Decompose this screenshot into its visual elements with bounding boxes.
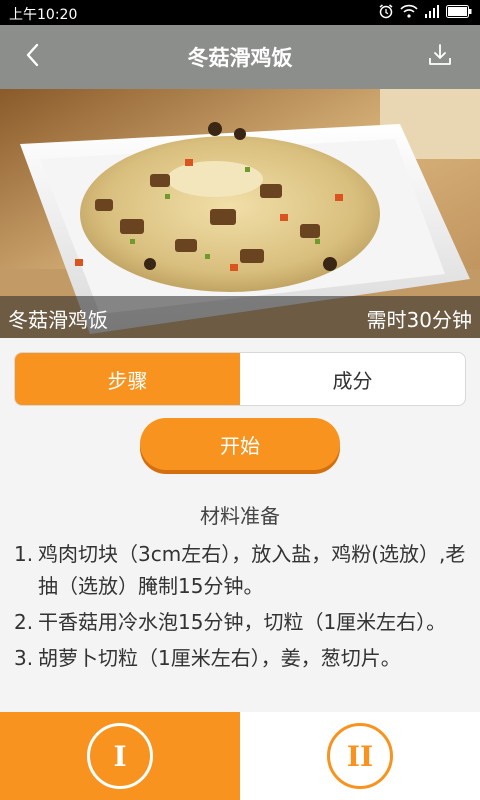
tab-ingredients[interactable]: 成分 bbox=[240, 353, 465, 405]
page-title: 冬菇滑鸡饭 bbox=[187, 46, 293, 70]
download-icon bbox=[428, 43, 452, 71]
step-number: 3. bbox=[14, 646, 34, 670]
step-list: 1. 鸡肉切块（3cm左右），放入盐，鸡粉(选放）,老抽（选放）腌制15分钟。 … bbox=[14, 538, 466, 678]
cooking-time: 需时30分钟 bbox=[366, 308, 472, 332]
list-item: 1. 鸡肉切块（3cm左右），放入盐，鸡粉(选放）,老抽（选放）腌制15分钟。 bbox=[14, 538, 466, 602]
battery-icon bbox=[446, 3, 472, 22]
dish-image: 冬菇滑鸡饭 需时30分钟 bbox=[0, 89, 480, 338]
step-number: 2. bbox=[14, 610, 34, 634]
segmented-control: 步骤 成分 bbox=[14, 352, 466, 406]
step-text: 鸡肉切块（3cm左右），放入盐，鸡粉(选放）,老抽（选放）腌制15分钟。 bbox=[38, 542, 466, 598]
step-number: 1. bbox=[14, 542, 34, 566]
start-button[interactable]: 开始 bbox=[140, 418, 340, 470]
status-icons bbox=[378, 3, 472, 22]
step-text: 干香菇用冷水泡15分钟，切粒（1厘米左右）。 bbox=[38, 610, 447, 634]
alarm-icon bbox=[378, 3, 394, 23]
section-title: 材料准备 bbox=[200, 504, 280, 528]
roman-numeral-1: I bbox=[87, 723, 153, 789]
step-text: 胡萝卜切粒（1厘米左右），姜，葱切片。 bbox=[38, 646, 401, 670]
app-bar: 冬菇滑鸡饭 bbox=[0, 25, 480, 89]
list-item: 3. 胡萝卜切粒（1厘米左右），姜，葱切片。 bbox=[14, 642, 466, 674]
status-time: 上午10:20 bbox=[9, 7, 78, 23]
status-bar: 上午10:20 bbox=[0, 0, 480, 25]
signal-icon bbox=[424, 3, 440, 22]
dish-name: 冬菇滑鸡饭 bbox=[8, 308, 108, 332]
roman-numeral-2: II bbox=[327, 723, 393, 789]
bottom-nav: I II bbox=[0, 712, 480, 800]
dish-caption: 冬菇滑鸡饭 需时30分钟 bbox=[0, 296, 480, 338]
bottom-tab-2[interactable]: II bbox=[240, 712, 480, 800]
list-item: 2. 干香菇用冷水泡15分钟，切粒（1厘米左右）。 bbox=[14, 606, 466, 638]
recipe-content: 步骤 成分 开始 材料准备 1. 鸡肉切块（3cm左右），放入盐，鸡粉(选放）,… bbox=[0, 338, 480, 712]
bottom-tab-1[interactable]: I bbox=[0, 712, 240, 800]
download-button[interactable] bbox=[422, 41, 458, 73]
tab-steps[interactable]: 步骤 bbox=[15, 353, 240, 405]
wifi-icon bbox=[400, 3, 418, 22]
